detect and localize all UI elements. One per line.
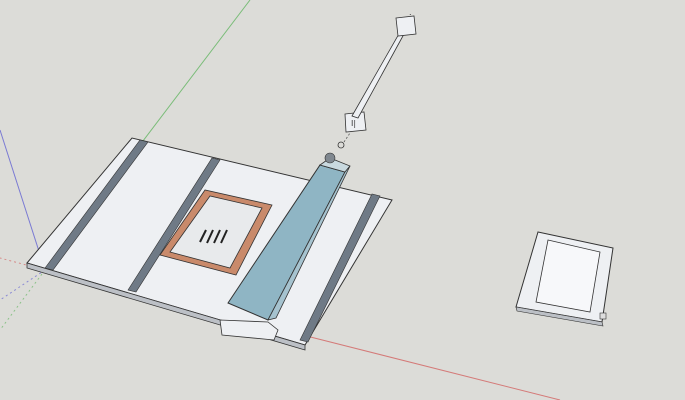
bracket-lower-marker: I| xyxy=(351,119,356,128)
3d-model-canvas[interactable]: I| . xyxy=(0,0,685,400)
panel-tab xyxy=(599,312,607,320)
panel-inner xyxy=(535,239,601,313)
washer xyxy=(337,141,345,149)
fence-knob[interactable] xyxy=(324,152,336,164)
blue-axis-dotted xyxy=(0,269,46,301)
exploded-parts[interactable]: I| . xyxy=(337,8,417,149)
rod xyxy=(351,31,405,119)
side-panel[interactable] xyxy=(515,231,614,327)
bracket-upper xyxy=(395,15,417,37)
bracket-upper-dot: . xyxy=(409,8,412,17)
sketchup-viewport[interactable]: I| . xyxy=(0,0,685,400)
green-axis-dotted xyxy=(0,269,46,331)
fence-base xyxy=(219,319,279,341)
